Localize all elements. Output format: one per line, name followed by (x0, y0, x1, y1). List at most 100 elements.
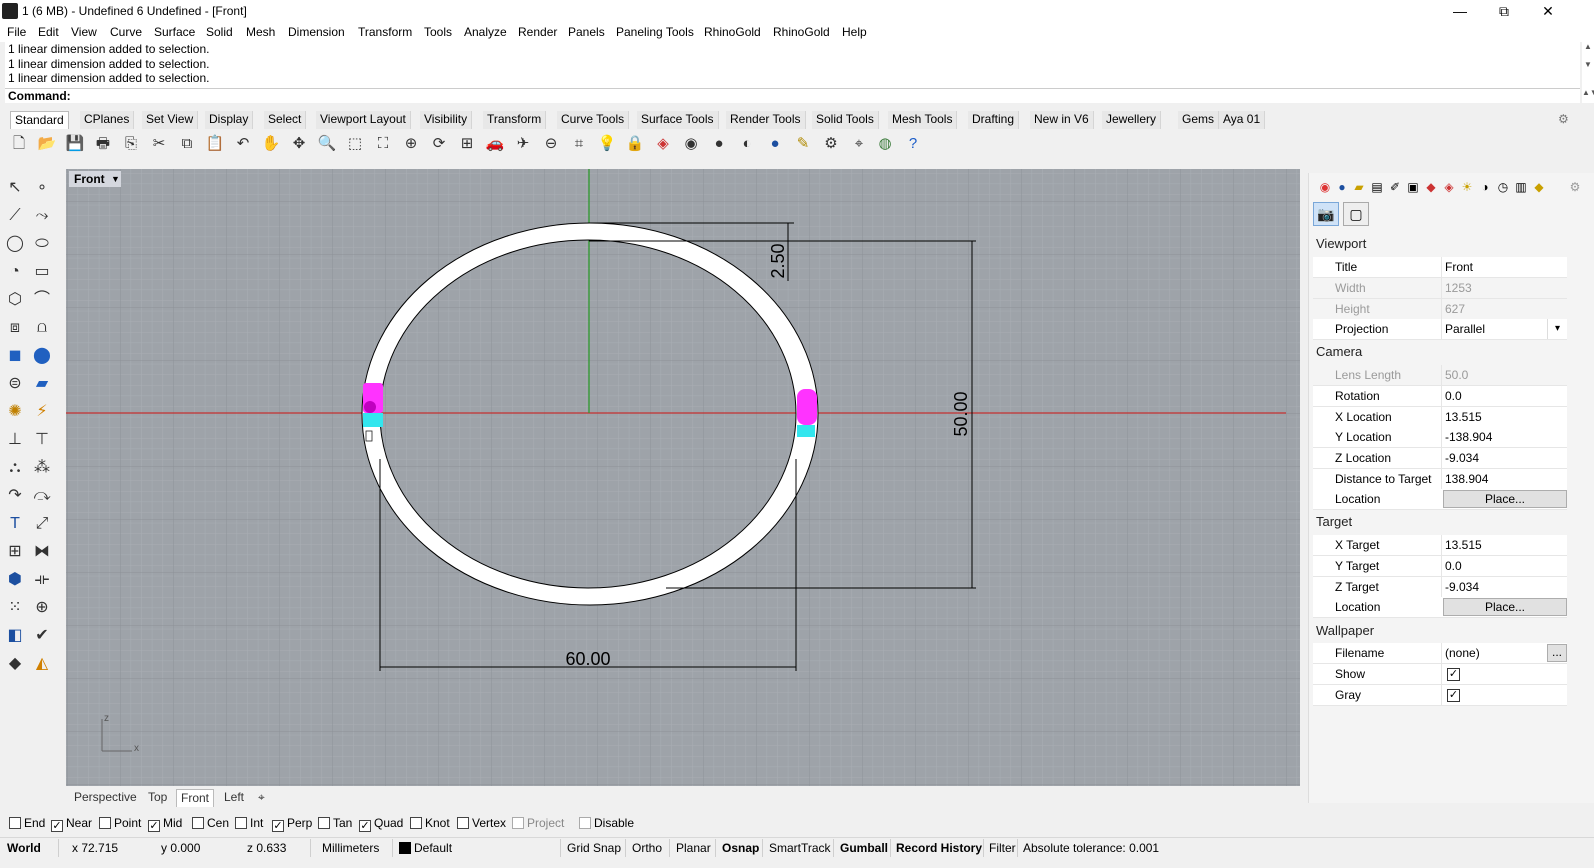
browse-button[interactable]: ... (1547, 644, 1567, 662)
menu-render[interactable]: Render (518, 25, 557, 39)
osnap-quad-checkbox[interactable]: ✓ (359, 820, 371, 832)
menu-surface[interactable]: Surface (154, 25, 195, 39)
osnap-vertex[interactable]: Vertex (457, 816, 506, 830)
prop-row-projection[interactable]: Projection Parallel ▾ (1313, 319, 1567, 340)
osnap-end-checkbox[interactable] (9, 817, 21, 829)
filename-field[interactable]: (none) (1445, 646, 1480, 660)
gears-icon[interactable]: ⚙ (820, 133, 842, 155)
lightbulb-icon[interactable]: 💡 (596, 133, 618, 155)
tab-solid-tools[interactable]: Solid Tools (812, 111, 879, 129)
z-location-field[interactable]: -9.034 (1445, 451, 1479, 465)
osnap-project[interactable]: Project (512, 816, 564, 830)
display-icon[interactable]: ▣ (1405, 179, 1421, 195)
osnap-perp-checkbox[interactable]: ✓ (272, 820, 284, 832)
split-icon[interactable]: ⊥ (3, 428, 27, 452)
ortho-toggle[interactable]: Ortho (632, 841, 662, 855)
tab-left[interactable]: Left (220, 789, 248, 807)
prop-row-distance[interactable]: Distance to Target 138.904 (1313, 469, 1567, 490)
osnap-disable[interactable]: Disable (579, 816, 634, 830)
curve-icon[interactable]: ⤳ (30, 204, 54, 228)
add-viewport-icon[interactable]: ⌖ (254, 789, 269, 807)
osnap-perp[interactable]: ✓ Perp (272, 816, 312, 832)
arc-icon[interactable]: ◔ (3, 260, 27, 284)
toolbar-settings-icon[interactable]: ⚙ (1558, 112, 1569, 126)
viewport-title[interactable]: Front ▼ (69, 171, 121, 187)
osnap-quad[interactable]: ✓ Quad (359, 816, 403, 832)
save-icon[interactable]: 💾 (64, 133, 86, 155)
tab-display[interactable]: Display (205, 111, 254, 129)
osnap-point-checkbox[interactable] (99, 817, 111, 829)
cplane-icon[interactable]: ⊖ (540, 133, 562, 155)
clock-icon[interactable]: ◷ (1495, 179, 1511, 195)
close-button[interactable]: ✕ (1528, 2, 1568, 20)
dimension-icon[interactable]: ⌖ (848, 133, 870, 155)
plane-icon[interactable]: ✈ (512, 133, 534, 155)
trim-icon[interactable]: ⊤ (30, 428, 54, 452)
sphere-icon[interactable]: ● (708, 133, 730, 155)
blend-icon[interactable]: ↷ (3, 484, 27, 508)
panel-settings-icon[interactable]: ⚙ (1567, 179, 1583, 195)
boolean-icon[interactable]: ⬤ (30, 344, 54, 368)
paste-icon[interactable]: 📋 (204, 133, 226, 155)
osnap-mid[interactable]: ✓ Mid (148, 816, 182, 832)
target-place-button[interactable]: Place... (1443, 598, 1567, 616)
osnap-int[interactable]: Int (235, 816, 263, 830)
gear-tool-icon[interactable]: ✺ (3, 400, 27, 424)
prop-row-y-location[interactable]: Y Location -138.904 (1313, 427, 1567, 448)
analyze-icon[interactable]: ◧ (3, 624, 27, 648)
polyline-icon[interactable]: ⟋ (3, 204, 27, 228)
units-indicator[interactable]: Millimeters (322, 841, 379, 855)
y-location-field[interactable]: -138.904 (1445, 430, 1492, 444)
menu-curve[interactable]: Curve (110, 25, 142, 39)
surface-icon[interactable]: ⧈ (3, 316, 27, 340)
chevron-down-icon[interactable]: ▾ (1547, 319, 1567, 339)
offset-icon[interactable]: ⤼ (30, 484, 54, 508)
block-icon[interactable]: ⬢ (3, 568, 27, 592)
undo-icon[interactable]: ↶ (232, 133, 254, 155)
select-arrow-icon[interactable]: ↖ (3, 176, 27, 200)
tab-mesh-tools[interactable]: Mesh Tools (888, 111, 958, 129)
check-icon[interactable]: ✔ (30, 624, 54, 648)
prop-row-x-target[interactable]: X Target 13.515 (1313, 535, 1567, 556)
osnap-near-checkbox[interactable]: ✓ (51, 820, 63, 832)
tab-transform[interactable]: Transform (483, 111, 547, 129)
planar-toggle[interactable]: Planar (676, 841, 711, 855)
materials-icon[interactable]: ● (1334, 179, 1350, 195)
history-scrollbar[interactable]: ▲ ▼ (1582, 42, 1594, 88)
print-icon[interactable]: 🖶 (92, 133, 114, 155)
pan-icon[interactable]: ✋ (260, 133, 282, 155)
rhino-app-icon[interactable] (2, 3, 18, 19)
layer-icon[interactable]: ◈ (652, 133, 674, 155)
menu-file[interactable]: File (7, 25, 26, 39)
show-checkbox[interactable]: ✓ (1447, 668, 1460, 681)
tab-gems[interactable]: Gems (1178, 111, 1220, 129)
menu-panels[interactable]: Panels (568, 25, 605, 39)
osnap-knot-checkbox[interactable] (410, 817, 422, 829)
cut-icon[interactable]: ✂ (148, 133, 170, 155)
command-history[interactable]: 1 linear dimension added to selection. 1… (5, 42, 1580, 88)
gumball-tool-icon[interactable]: ⊕ (30, 596, 54, 620)
color-icon[interactable]: ◉ (1317, 179, 1333, 195)
point-icon[interactable]: ∘ (30, 176, 54, 200)
osnap-cen[interactable]: Cen (192, 816, 229, 830)
scale-icon[interactable]: ⤢ (30, 512, 54, 536)
filter-toggle[interactable]: Filter (989, 841, 1016, 855)
color-wheel-icon[interactable]: ◉ (680, 133, 702, 155)
tab-set-view[interactable]: Set View (142, 111, 199, 129)
ungroup-icon[interactable]: ⁂ (30, 456, 54, 480)
menu-paneling-tools[interactable]: Paneling Tools (616, 25, 694, 39)
osnap-vertex-checkbox[interactable] (457, 817, 469, 829)
folder-icon[interactable]: ▰ (1351, 179, 1367, 195)
osnap-toggle[interactable]: Osnap (722, 841, 759, 855)
smarttrack-toggle[interactable]: SmartTrack (769, 841, 831, 855)
osnap-tan[interactable]: Tan (318, 816, 352, 830)
x-location-field[interactable]: 13.515 (1445, 410, 1482, 424)
rotation-field[interactable]: 0.0 (1445, 389, 1462, 403)
prop-row-x-location[interactable]: X Location 13.515 (1313, 407, 1567, 428)
pen-icon[interactable]: ✎ (792, 133, 814, 155)
prop-row-z-target[interactable]: Z Target -9.034 (1313, 577, 1567, 598)
help-panel-icon[interactable]: ◑ (1477, 179, 1493, 195)
tab-surface-tools[interactable]: Surface Tools (637, 111, 719, 129)
osnap-int-checkbox[interactable] (235, 817, 247, 829)
help-icon[interactable]: ? (902, 133, 924, 155)
